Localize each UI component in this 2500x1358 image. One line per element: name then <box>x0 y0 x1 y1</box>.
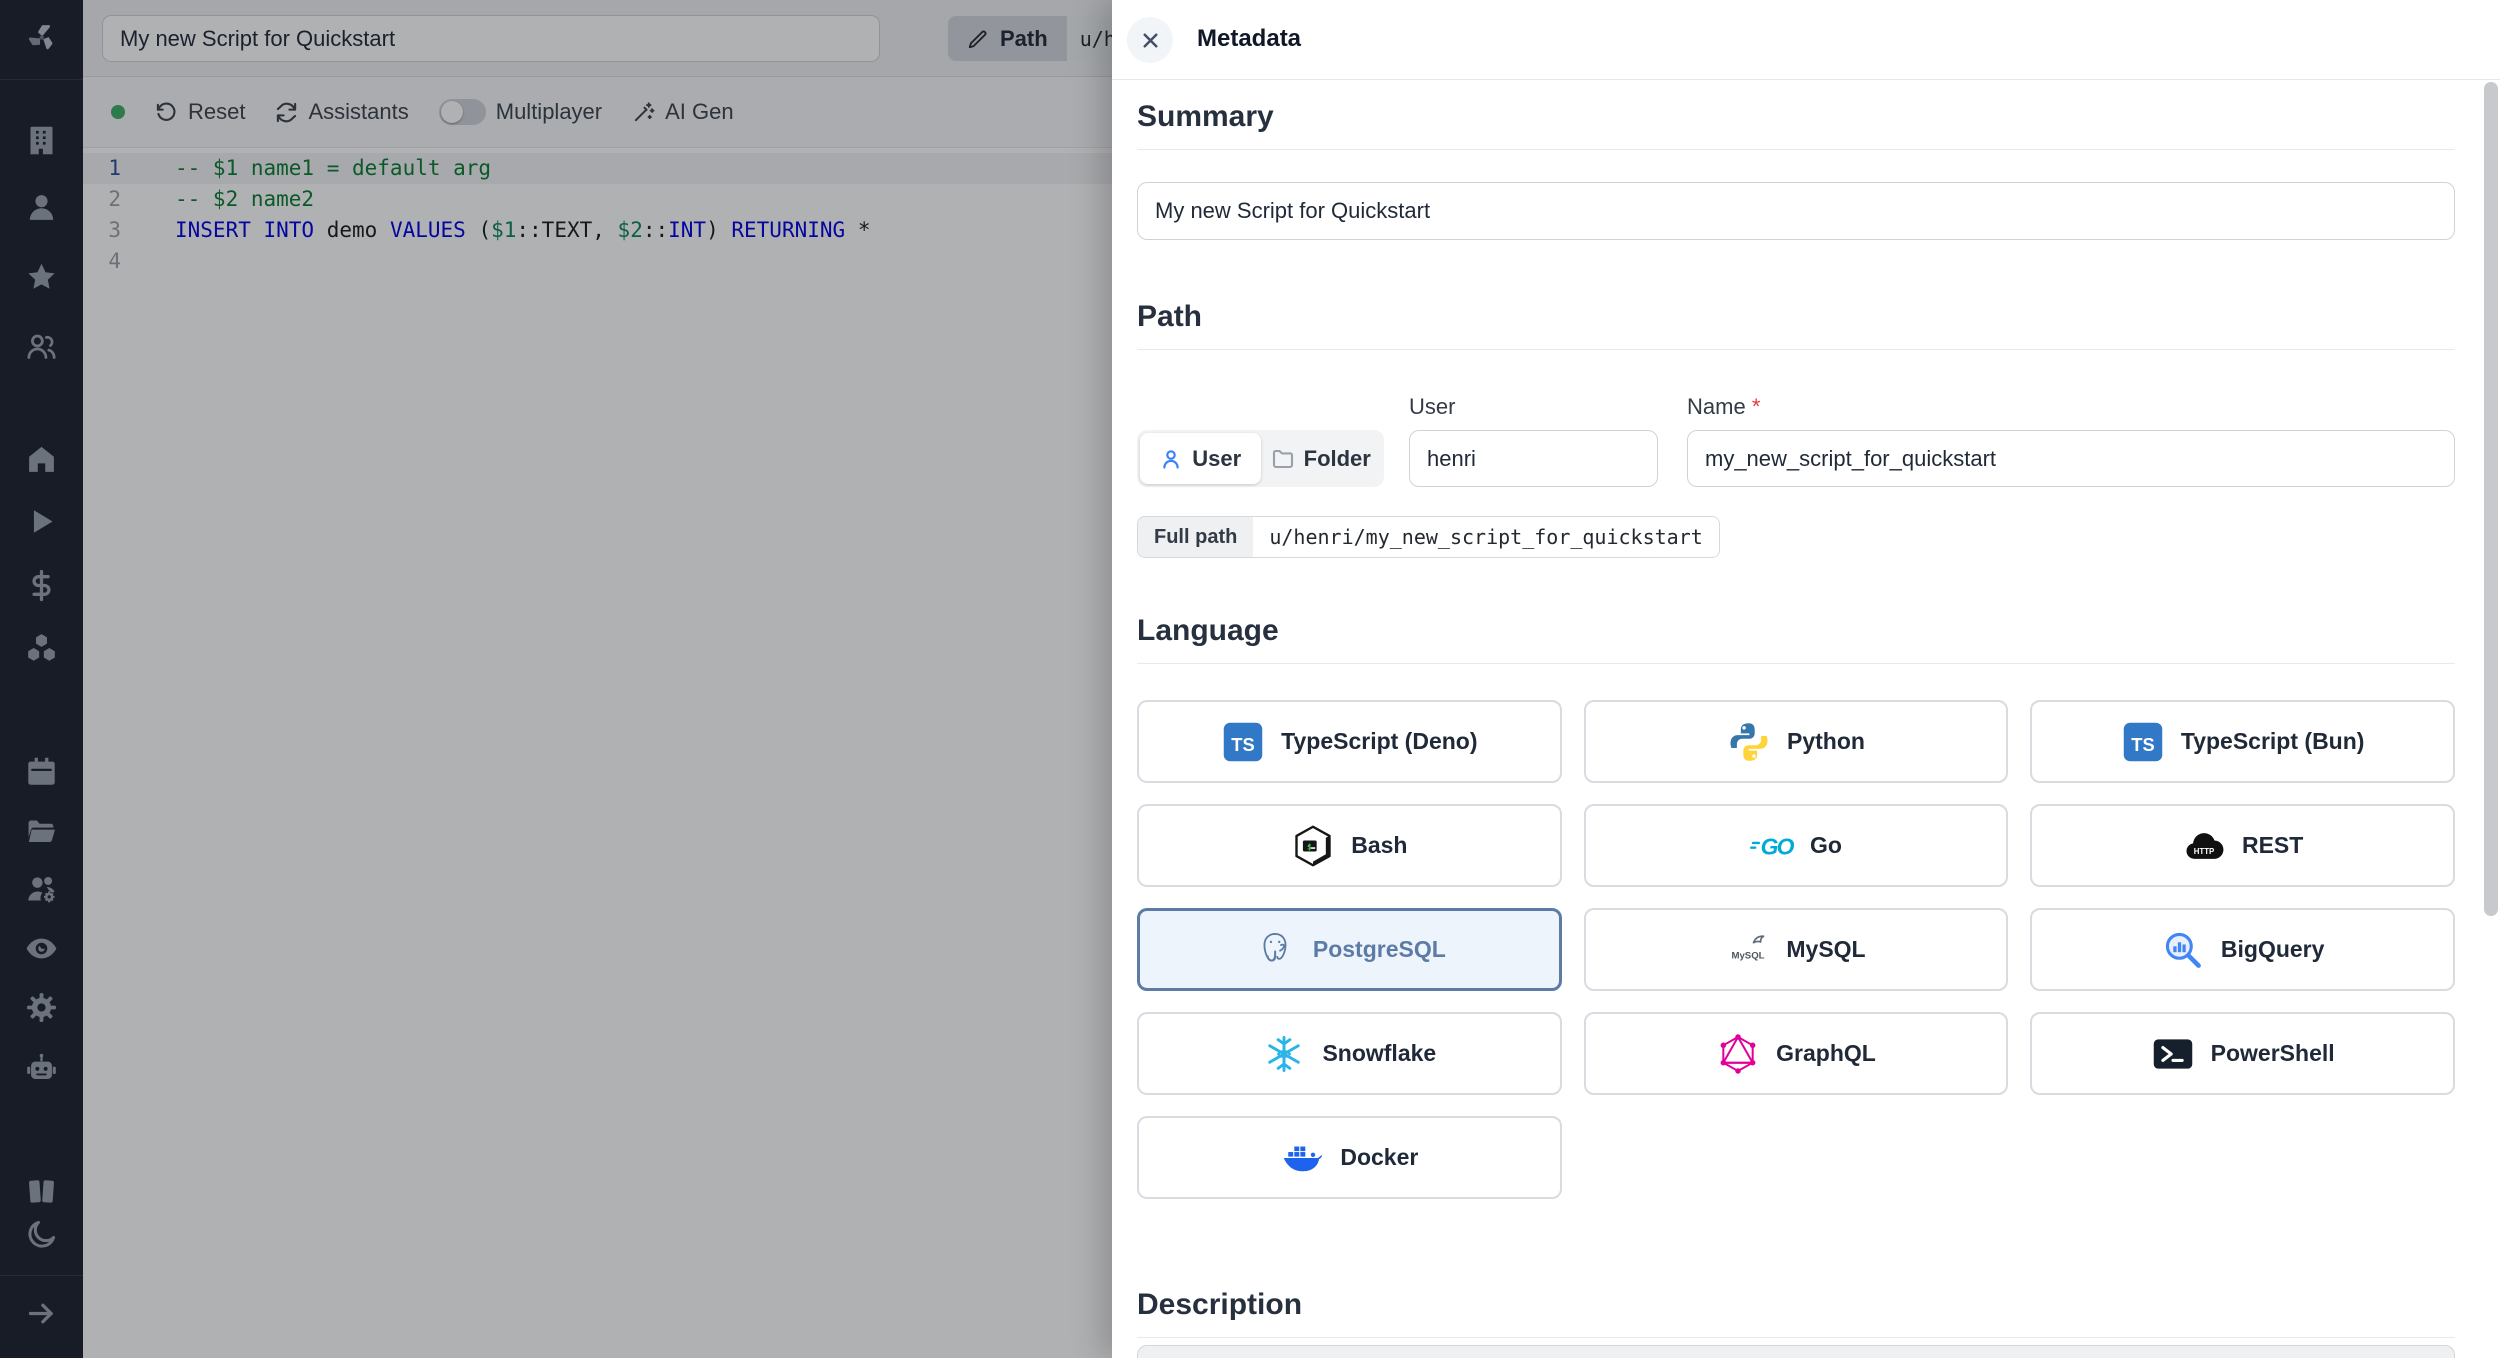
path-user-input[interactable] <box>1409 430 1658 487</box>
full-path-label: Full path <box>1138 517 1254 557</box>
docker-icon <box>1283 1146 1323 1171</box>
graphql-icon <box>1720 1033 1756 1074</box>
owner-kind-user-label: User <box>1192 445 1242 471</box>
owner-kind-segmented: User Folder <box>1137 430 1384 487</box>
language-rest[interactable]: HTTP REST <box>2030 804 2455 887</box>
svg-text:TS: TS <box>1231 734 1254 755</box>
language-typescript-deno[interactable]: TS TypeScript (Deno) <box>1137 700 1562 783</box>
app-root: Path u/henri/my_new_script_for_quickstar… <box>0 0 2500 1358</box>
bigquery-icon <box>2165 932 2201 968</box>
description-heading: Description <box>1137 1288 2455 1338</box>
language-typescript-bun[interactable]: TS TypeScript (Bun) <box>2030 700 2455 783</box>
language-graphql[interactable]: GraphQL <box>1583 1012 2009 1095</box>
full-path-display: Full path u/henri/my_new_script_for_quic… <box>1137 516 1720 558</box>
language-mysql[interactable]: MySQL MySQL <box>1583 908 2009 991</box>
language-postgresql[interactable]: PostgreSQL <box>1137 908 1562 991</box>
svg-text:$: $ <box>1307 841 1312 851</box>
full-path-value: u/henri/my_new_script_for_quickstart <box>1253 517 1719 557</box>
typescript-icon: TS <box>1223 722 1263 761</box>
go-icon: GO <box>1750 833 1794 859</box>
language-go[interactable]: GO Go <box>1583 804 2009 887</box>
summary-input[interactable] <box>1137 182 2455 240</box>
language-powershell[interactable]: PowerShell <box>2030 1012 2455 1095</box>
drawer-title: Metadata <box>1197 25 1302 52</box>
language-docker[interactable]: Docker <box>1137 1116 1562 1199</box>
typescript-icon: TS <box>2123 722 2163 761</box>
language-grid: TS TypeScript (Deno) Python TS TypeScrip… <box>1137 700 2455 1199</box>
path-heading: Path <box>1137 300 2455 350</box>
folder-icon <box>1272 449 1293 468</box>
language-bigquery[interactable]: BigQuery <box>2030 908 2455 991</box>
svg-text:HTTP: HTTP <box>2194 846 2215 855</box>
svg-text:GO: GO <box>1761 833 1794 859</box>
name-field-label: Name * <box>1687 394 1761 419</box>
powershell-icon <box>2153 1038 2192 1069</box>
language-python[interactable]: Python <box>1583 700 2009 783</box>
svg-text:MySQL: MySQL <box>1732 950 1765 961</box>
path-name-input[interactable] <box>1687 430 2455 487</box>
mysql-icon: MySQL <box>1732 934 1765 961</box>
snowflake-icon <box>1268 1035 1301 1072</box>
description-editor-top[interactable] <box>1137 1345 2455 1358</box>
language-bash[interactable]: $ Bash <box>1137 804 1562 887</box>
required-asterisk: * <box>1751 394 1761 419</box>
drawer-scrollbar[interactable] <box>2484 82 2498 916</box>
user-icon <box>1163 449 1179 469</box>
user-field-label: User <box>1409 394 1456 419</box>
language-snowflake[interactable]: Snowflake <box>1137 1012 1562 1095</box>
owner-kind-user-option[interactable]: User <box>1140 433 1261 484</box>
summary-heading: Summary <box>1137 100 2455 150</box>
python-icon <box>1730 722 1768 761</box>
metadata-drawer: Metadata Summary Path User Name * User F… <box>1112 0 2500 1358</box>
close-button[interactable] <box>1127 17 1173 63</box>
language-heading: Language <box>1137 614 2455 664</box>
svg-text:TS: TS <box>2131 734 2154 755</box>
drawer-header: Metadata <box>1112 0 2500 80</box>
postgresql-icon <box>1263 932 1287 961</box>
bash-icon: $ <box>1295 825 1331 866</box>
x-icon <box>1143 33 1157 47</box>
owner-kind-folder-label: Folder <box>1303 445 1371 471</box>
rest-cloud-icon: HTTP <box>2186 832 2224 859</box>
owner-kind-folder-option[interactable]: Folder <box>1261 433 1382 484</box>
